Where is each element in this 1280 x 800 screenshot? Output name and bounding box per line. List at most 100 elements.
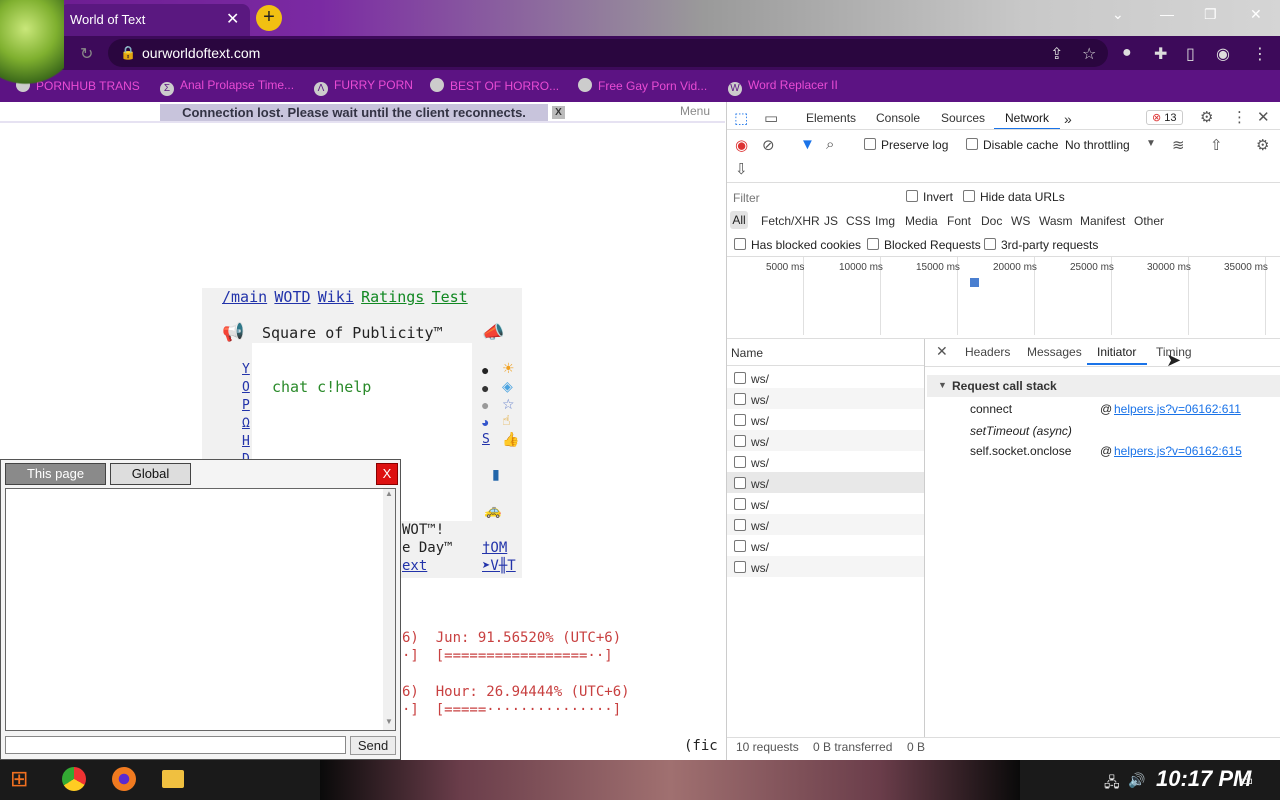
request-row[interactable]: ws/ — [734, 540, 769, 554]
link-ratings[interactable]: Ratings — [361, 288, 424, 306]
request-row[interactable]: ws/ — [734, 519, 769, 533]
file-explorer-icon[interactable] — [162, 770, 184, 788]
banner-close-button[interactable]: X — [552, 106, 565, 119]
tab-sources[interactable]: Sources — [941, 111, 985, 125]
detail-tab-initiator[interactable]: Initiator — [1097, 345, 1136, 359]
name-column-header[interactable]: Name — [731, 346, 763, 360]
request-row[interactable]: ws/ — [734, 372, 769, 386]
settings-gear-icon[interactable]: ⚙ — [1200, 108, 1213, 126]
checkbox-box[interactable] — [734, 477, 746, 489]
filter-type-wasm[interactable]: Wasm — [1039, 214, 1073, 228]
checkbox-box[interactable] — [734, 393, 746, 405]
detail-close-icon[interactable]: ✕ — [936, 343, 948, 360]
letter-link[interactable]: Y — [242, 361, 250, 379]
filter-type-other[interactable]: Other — [1134, 214, 1164, 228]
wifi-settings-icon[interactable]: ≋ — [1172, 136, 1185, 154]
bookmark-star-icon[interactable]: ☆ — [1082, 44, 1096, 64]
scroll-down-icon[interactable]: ▼ — [385, 717, 393, 726]
error-badge[interactable]: ⊗ 13 — [1146, 110, 1183, 125]
throttling-select[interactable]: No throttling — [1065, 138, 1130, 152]
record-stop-icon[interactable]: ◉ — [735, 136, 748, 154]
chat-scrollbar[interactable]: ▲ ▼ — [383, 489, 395, 730]
devtools-menu-icon[interactable]: ⋮ — [1232, 108, 1247, 126]
wot-link-1[interactable]: †OM — [482, 540, 507, 556]
checkbox-box[interactable] — [734, 519, 746, 531]
chat-close-button[interactable]: X — [376, 463, 398, 485]
volume-icon[interactable]: 🔊 — [1128, 772, 1145, 789]
checkbox-box[interactable] — [734, 498, 746, 510]
checkbox-box[interactable] — [734, 372, 746, 384]
filter-type-img[interactable]: Img — [875, 214, 895, 228]
side-panel-icon[interactable]: ▯ — [1186, 44, 1195, 64]
scroll-up-icon[interactable]: ▲ — [385, 489, 393, 498]
request-row[interactable]: ws/ — [734, 435, 769, 449]
bookmark-item[interactable]: BEST OF HORRO... — [430, 78, 559, 93]
wot-line-3[interactable]: ext — [402, 558, 427, 574]
link-wiki[interactable]: Wiki — [318, 288, 354, 306]
checkbox-box[interactable] — [734, 435, 746, 447]
chrome-icon[interactable] — [62, 767, 86, 791]
dropdown-caret-icon[interactable]: ▼ — [1146, 138, 1156, 149]
detail-tab-headers[interactable]: Headers — [965, 345, 1010, 359]
letter-link[interactable]: H — [242, 433, 250, 451]
extensions-puzzle-icon[interactable]: ✚ — [1154, 44, 1167, 64]
letter-link[interactable]: O — [242, 379, 250, 397]
tab-elements[interactable]: Elements — [806, 111, 856, 125]
profile-icon[interactable]: ◉ — [1216, 44, 1230, 64]
blocked-requests-checkbox[interactable]: Blocked Requests — [867, 238, 981, 252]
request-row[interactable]: ws/ — [734, 456, 769, 470]
start-button-icon[interactable]: ⊞ — [10, 766, 28, 792]
network-tray-icon[interactable]: 🖧 — [1104, 772, 1120, 796]
device-toggle-icon[interactable]: ▭ — [764, 109, 778, 127]
detail-tab-messages[interactable]: Messages — [1027, 345, 1082, 359]
bookmark-item[interactable]: Λ FURRY PORN — [314, 78, 413, 96]
network-settings-icon[interactable]: ⚙ — [1256, 136, 1269, 154]
restore-icon[interactable]: ❐ — [1204, 6, 1217, 23]
extension-avatar-icon[interactable]: ● — [1122, 44, 1132, 62]
stack-frame-link[interactable]: helpers.js?v=06162:611 — [1114, 402, 1241, 416]
bookmark-item[interactable]: W Word Replacer II — [728, 78, 838, 96]
filter-type-js[interactable]: JS — [824, 214, 838, 228]
link-test[interactable]: Test — [432, 288, 468, 306]
upload-icon[interactable]: ⇧ — [1210, 136, 1223, 154]
checkbox-box[interactable] — [734, 414, 746, 426]
timeline-overview[interactable]: 5000 ms 10000 ms 15000 ms 20000 ms 25000… — [727, 257, 1280, 337]
letter-link-s[interactable]: S — [482, 432, 490, 447]
checkbox-box[interactable] — [734, 561, 746, 573]
filter-icon[interactable]: ▼ — [800, 136, 815, 153]
checkbox-box[interactable] — [734, 456, 746, 468]
request-row[interactable]: ws/ — [734, 498, 769, 512]
chat-send-button[interactable]: Send — [350, 736, 396, 755]
bookmark-item[interactable]: Free Gay Porn Vid... — [578, 78, 707, 93]
pane-divider[interactable] — [924, 339, 925, 737]
stack-frame-link[interactable]: helpers.js?v=06162:615 — [1114, 444, 1242, 458]
menu-button[interactable]: Menu — [680, 104, 710, 118]
chat-input[interactable] — [5, 736, 346, 754]
request-row[interactable]: ws/ — [734, 561, 769, 575]
reload-icon[interactable]: ↻ — [80, 44, 93, 64]
inspect-element-icon[interactable]: ⬚ — [734, 109, 748, 127]
filter-type-doc[interactable]: Doc — [981, 214, 1002, 228]
request-row[interactable]: ws/ — [734, 393, 769, 407]
clear-icon[interactable]: ⊘ — [762, 136, 775, 154]
tab-console[interactable]: Console — [876, 111, 920, 125]
link-wotd[interactable]: WOTD — [274, 288, 310, 306]
lock-icon[interactable]: 🔒 — [120, 45, 136, 61]
filter-type-all[interactable]: All — [730, 211, 748, 229]
filter-type-css[interactable]: CSS — [846, 214, 871, 228]
wot-link-2[interactable]: ➤V╫T — [482, 558, 516, 574]
more-tabs-icon[interactable]: » — [1064, 111, 1072, 127]
notifications-icon[interactable]: ▭ — [1240, 772, 1253, 789]
invert-checkbox[interactable]: Invert — [906, 190, 953, 204]
taskbar-clock[interactable]: 10:17 PM — [1156, 766, 1251, 792]
request-row-selected[interactable]: ws/ — [734, 477, 769, 491]
letter-link[interactable]: Ω — [242, 415, 250, 433]
tab-close-icon[interactable]: ✕ — [226, 9, 239, 29]
minimize-icon[interactable]: — — [1160, 6, 1174, 22]
filter-type-font[interactable]: Font — [947, 214, 971, 228]
blocked-cookies-checkbox[interactable]: Has blocked cookies — [734, 238, 861, 252]
chat-tab-global[interactable]: Global — [110, 463, 191, 485]
browser-tab[interactable]: World of Text ✕ — [60, 4, 250, 36]
window-close-icon[interactable]: ✕ — [1250, 6, 1262, 23]
filter-type-xhr[interactable]: Fetch/XHR — [761, 214, 820, 228]
